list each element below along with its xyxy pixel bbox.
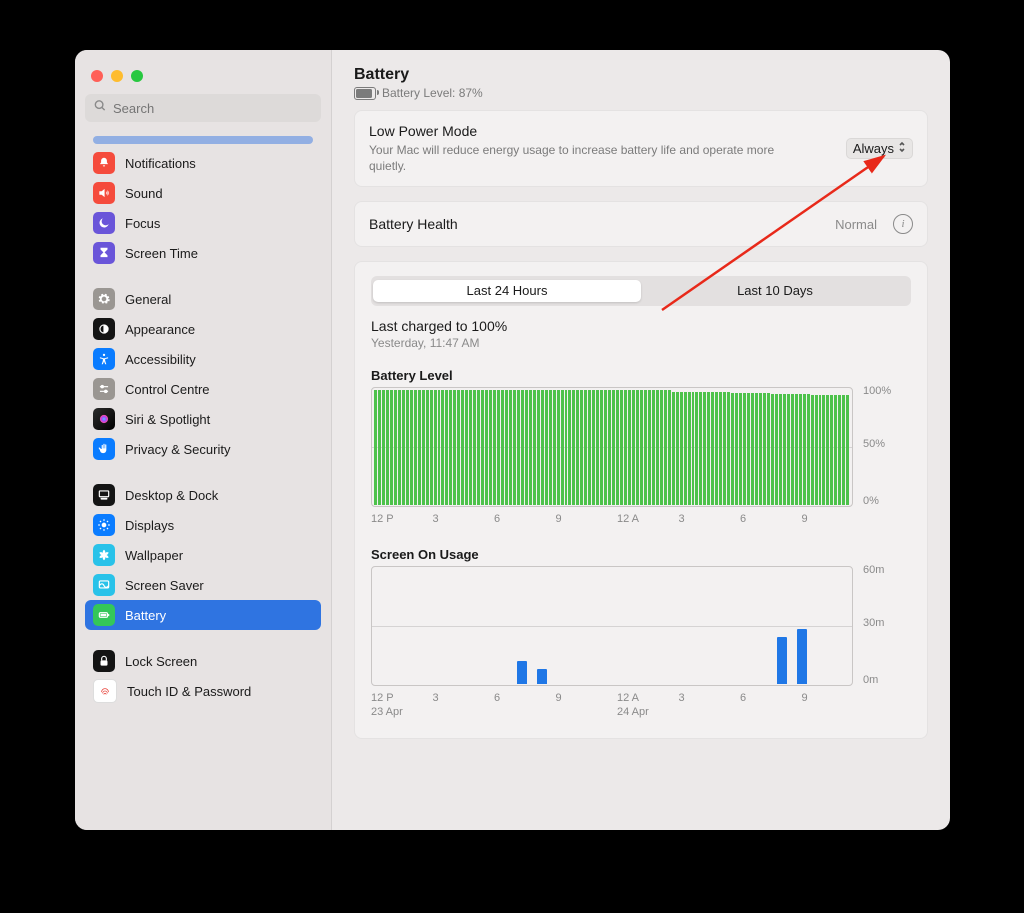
sidebar-item-controlcentre[interactable]: Control Centre	[85, 374, 321, 404]
chart-battery-plot	[371, 387, 853, 507]
lowpower-card: Low Power Mode Your Mac will reduce ener…	[354, 110, 928, 187]
search-input[interactable]	[85, 94, 321, 122]
wallpaper-icon	[93, 544, 115, 566]
chart-usage-dates: 23 Apr 24 Apr	[371, 706, 911, 718]
chart-usage-xaxis: 12 P 3 6 9 12 A 3 6 9	[371, 692, 911, 704]
minimize-window-button[interactable]	[111, 70, 123, 82]
info-icon[interactable]: i	[893, 214, 913, 234]
moon-icon	[93, 212, 115, 234]
sidebar-item-accessibility[interactable]: Accessibility	[85, 344, 321, 374]
close-window-button[interactable]	[91, 70, 103, 82]
siri-icon	[93, 408, 115, 430]
touchid-icon	[93, 679, 117, 703]
battery-level-text: Battery Level: 87%	[382, 86, 483, 100]
sidebar-item-label: Lock Screen	[125, 654, 197, 669]
window-controls	[75, 58, 331, 94]
sidebar-item-general[interactable]: General	[85, 284, 321, 314]
battery-icon	[93, 604, 115, 626]
sidebar-item-label: Privacy & Security	[125, 442, 230, 457]
sidebar-item-sound[interactable]: Sound	[85, 178, 321, 208]
sidebar-item-privacy[interactable]: Privacy & Security	[85, 434, 321, 464]
appearance-icon	[93, 318, 115, 340]
gear-icon	[93, 288, 115, 310]
tab-last10[interactable]: Last 10 Days	[641, 280, 909, 302]
sidebar-item-label: Desktop & Dock	[125, 488, 218, 503]
hourglass-icon	[93, 242, 115, 264]
lowpower-value: Always	[853, 141, 894, 156]
speaker-icon	[93, 182, 115, 204]
sidebar-item-label: Screen Time	[125, 246, 198, 261]
page-title: Battery	[354, 66, 928, 84]
sidebar-item-appearance[interactable]: Appearance	[85, 314, 321, 344]
sidebar-item-lockscreen[interactable]: Lock Screen	[85, 646, 321, 676]
sidebar-item-label: Wallpaper	[125, 548, 183, 563]
last-charged-line: Last charged to 100%	[371, 318, 911, 334]
sidebar-item-label: Battery	[125, 608, 166, 623]
sidebar-item-screentime[interactable]: Screen Time	[85, 238, 321, 268]
health-card: Battery Health Normal i	[354, 201, 928, 247]
sidebar-item-label: Accessibility	[125, 352, 196, 367]
zoom-window-button[interactable]	[131, 70, 143, 82]
sidebar-item-label: Siri & Spotlight	[125, 412, 210, 427]
search-icon	[93, 99, 107, 118]
sidebar-item-label: Control Centre	[125, 382, 210, 397]
sidebar-item-label: Touch ID & Password	[127, 684, 251, 699]
sidebar-item-label: Appearance	[125, 322, 195, 337]
settings-window: Notifications Sound Focus	[75, 50, 950, 830]
dock-icon	[93, 484, 115, 506]
main-pane: Battery Battery Level: 87% Low Power Mod…	[332, 50, 950, 830]
segmented-control: Last 24 Hours Last 10 Days	[371, 276, 911, 306]
health-value: Normal	[835, 217, 877, 232]
chart-battery: 100% 50% 0% 12 P 3 6 9 12 A 3 6 9	[371, 387, 911, 525]
last-charged-sub: Yesterday, 11:47 AM	[371, 336, 911, 350]
sidebar-item-displays[interactable]: Displays	[85, 510, 321, 540]
chart-battery-title: Battery Level	[371, 368, 911, 383]
sidebar-item-wallpaper[interactable]: Wallpaper	[85, 540, 321, 570]
chart-usage-title: Screen On Usage	[371, 547, 911, 562]
history-card: Last 24 Hours Last 10 Days Last charged …	[354, 261, 928, 739]
chart-usage-yaxis: 60m 30m 0m	[853, 566, 911, 684]
screensaver-icon	[93, 574, 115, 596]
hand-icon	[93, 438, 115, 460]
lowpower-desc: Your Mac will reduce energy usage to inc…	[369, 142, 789, 174]
sidebar-item-notifications[interactable]: Notifications	[85, 148, 321, 178]
chart-battery-yaxis: 100% 50% 0%	[853, 387, 911, 505]
tab-last24[interactable]: Last 24 Hours	[373, 280, 641, 302]
sidebar-item-peek	[93, 136, 313, 144]
battery-level-icon	[354, 87, 376, 100]
accessibility-icon	[93, 348, 115, 370]
sidebar-item-screensaver[interactable]: Screen Saver	[85, 570, 321, 600]
health-title: Battery Health	[369, 216, 458, 232]
sidebar-item-label: Screen Saver	[125, 578, 204, 593]
lock-icon	[93, 650, 115, 672]
sidebar-item-desktopdock[interactable]: Desktop & Dock	[85, 480, 321, 510]
chevrons-updown-icon	[898, 141, 906, 156]
sidebar-item-label: Focus	[125, 216, 160, 231]
sidebar-item-label: Displays	[125, 518, 174, 533]
lowpower-title: Low Power Mode	[369, 123, 789, 139]
bell-icon	[93, 152, 115, 174]
sidebar-item-label: Sound	[125, 186, 163, 201]
displays-icon	[93, 514, 115, 536]
sidebar: Notifications Sound Focus	[75, 50, 332, 830]
sidebar-item-touchid[interactable]: Touch ID & Password	[85, 676, 321, 706]
chart-battery-xaxis: 12 P 3 6 9 12 A 3 6 9	[371, 513, 911, 525]
sidebar-item-siri[interactable]: Siri & Spotlight	[85, 404, 321, 434]
chart-usage-plot	[371, 566, 853, 686]
sidebar-item-label: Notifications	[125, 156, 196, 171]
sliders-icon	[93, 378, 115, 400]
sidebar-item-focus[interactable]: Focus	[85, 208, 321, 238]
sidebar-item-battery[interactable]: Battery	[85, 600, 321, 630]
chart-usage: 60m 30m 0m 12 P 3 6 9 12 A 3 6 9 23 Apr	[371, 566, 911, 718]
sidebar-nav: Notifications Sound Focus	[75, 136, 331, 830]
lowpower-popup[interactable]: Always	[846, 138, 913, 159]
sidebar-item-label: General	[125, 292, 171, 307]
